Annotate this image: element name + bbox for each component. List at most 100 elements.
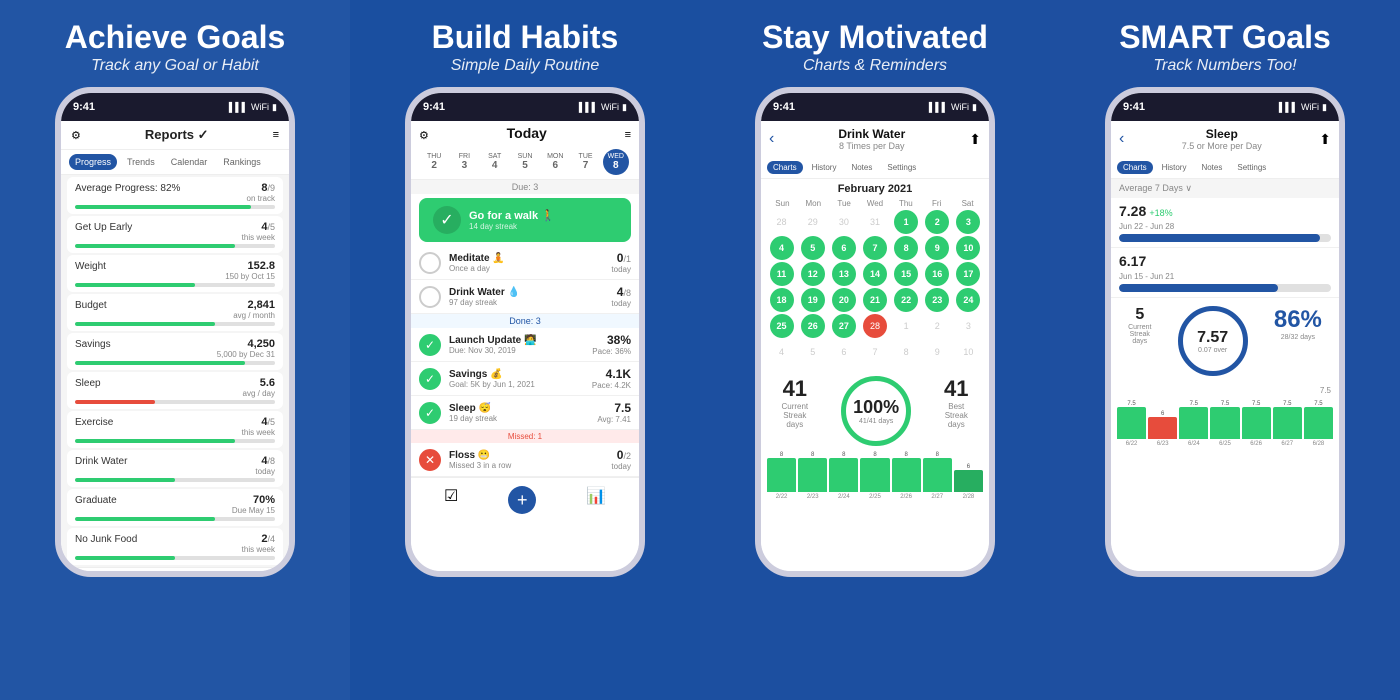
tab-trends[interactable]: Trends — [121, 154, 161, 170]
drinkwater-value-sub: today — [611, 299, 631, 308]
smart-bar-2: 6.17 Jun 15 - Jun 21 — [1111, 248, 1339, 298]
goal-budget-name: Budget — [75, 300, 107, 311]
goal-getup-name: Get Up Early — [75, 222, 132, 233]
smart-tab-history[interactable]: History — [1156, 161, 1193, 174]
panel3-heading: Stay Motivated — [762, 20, 988, 55]
goal-budget-value: 2,841 — [247, 299, 275, 311]
habit-launch: ✓ Launch Update 🧑‍💻 Due: Nov 30, 2019 38… — [411, 328, 639, 362]
goal-sleep-name: Sleep — [75, 378, 101, 389]
habit-savings: ✓ Savings 💰 Goal: 5K by Jun 1, 2021 4.1K… — [411, 362, 639, 396]
reports-header: ⚙ Reports ✓ ≡ — [61, 121, 289, 150]
panel4-header: SMART Goals Track Numbers Too! — [1119, 20, 1331, 75]
savings-name: Savings 💰 — [449, 369, 592, 380]
launch-value: 38% — [592, 333, 631, 347]
avg-header: Average 7 Days ∨ — [1111, 179, 1339, 198]
floss-name: Floss 😬 — [449, 450, 611, 461]
menu-icon[interactable]: ≡ — [273, 129, 279, 141]
back-icon[interactable]: ‹ — [769, 130, 774, 148]
add-habit-button[interactable]: + — [508, 486, 536, 514]
cal-day: 7 — [863, 236, 887, 260]
avg-label[interactable]: Average 7 Days ∨ — [1119, 183, 1192, 194]
smart-tab-settings[interactable]: Settings — [1231, 161, 1272, 174]
day-fri[interactable]: FRI3 — [451, 149, 477, 175]
cal-day: 1 — [894, 314, 918, 338]
signal-icon: ▌▌▌ — [229, 102, 248, 112]
progress-bar-chart: 8 2/22 8 2/23 8 2/24 8 2/25 — [761, 450, 989, 500]
missed-separator: Missed: 1 — [411, 430, 639, 443]
back-icon[interactable]: ‹ — [1119, 130, 1124, 148]
phone2-status-icons: ▌▌▌ WiFi ▮ — [579, 102, 627, 113]
panel4-subheading: Track Numbers Too! — [1119, 57, 1331, 75]
due-count: Due: 3 — [411, 180, 639, 194]
settings-icon[interactable]: ⚙ — [71, 129, 81, 142]
phone-1: 9:41 ▌▌▌ WiFi ▮ ⚙ Reports ✓ ≡ Progress T… — [55, 87, 295, 577]
day-wed-today[interactable]: WED8 — [603, 149, 629, 175]
chart-icon[interactable]: 📊 — [586, 486, 606, 514]
drinkwater-check[interactable] — [419, 286, 441, 308]
goal-sleep-sub: avg / day — [243, 389, 275, 398]
tab-rankings[interactable]: Rankings — [217, 154, 267, 170]
drinkwater-value: 4/8 — [611, 285, 631, 299]
checklist-icon[interactable]: ☑ — [444, 486, 458, 514]
cal-day: 20 — [832, 288, 856, 312]
cal-day: 6 — [832, 340, 856, 364]
goal-exercise-name: Exercise — [75, 417, 113, 428]
cal-day: 16 — [925, 262, 949, 286]
goal-graduate-sub: Due May 15 — [232, 506, 275, 515]
bar-col: 8 2/27 — [923, 452, 952, 500]
drinkwater-sub: 97 day streak — [449, 298, 611, 307]
cal-day: 3 — [956, 314, 980, 338]
day-tue[interactable]: TUE7 — [573, 149, 599, 175]
savings-value: 4.1K — [592, 367, 631, 381]
meditate-check[interactable] — [419, 252, 441, 274]
tab-progress[interactable]: Progress — [69, 154, 117, 170]
cal-tab-history[interactable]: History — [806, 161, 843, 174]
smart-tab-notes[interactable]: Notes — [1195, 161, 1228, 174]
reports-title: Reports ✓ — [145, 127, 209, 143]
goal-savings: Savings 4,250 5,000 by Dec 31 — [67, 333, 283, 370]
battery-icon: ▮ — [272, 102, 277, 113]
savings-check: ✓ — [419, 368, 441, 390]
launch-check: ✓ — [419, 334, 441, 356]
day-sat[interactable]: SAT4 — [482, 149, 508, 175]
smart-bar-chart: 7.5 6/22 6 6/23 7.5 6/24 7.5 6/2 — [1111, 397, 1339, 447]
menu-icon[interactable]: ≡ — [625, 129, 631, 141]
screen-reports: ⚙ Reports ✓ ≡ Progress Trends Calendar R… — [61, 121, 289, 571]
panel1-header: Achieve Goals Track any Goal or Habit — [65, 20, 286, 75]
cal-tab-notes[interactable]: Notes — [845, 161, 878, 174]
day-mon[interactable]: MON6 — [542, 149, 568, 175]
smart-success-stat: 86% 28/32 days — [1274, 306, 1322, 376]
bar-col: 8 2/23 — [798, 452, 827, 500]
reports-tabs: Progress Trends Calendar Rankings — [61, 150, 289, 175]
panel-smart-goals: SMART Goals Track Numbers Too! 9:41 ▌▌▌ … — [1050, 0, 1400, 700]
goal-avg-sub: on track — [247, 194, 275, 203]
goal-exercise: Exercise 4/5 this week — [67, 411, 283, 448]
screen2-footer: ☑ + 📊 — [411, 477, 639, 522]
best-streak-label: BestStreakdays — [944, 402, 968, 429]
launch-sub: Due: Nov 30, 2019 — [449, 346, 592, 355]
target-line-label: 7.5 — [1111, 384, 1339, 397]
cal-tab-settings[interactable]: Settings — [881, 161, 922, 174]
smart-success-num: 86% — [1274, 306, 1322, 334]
cal-day: 12 — [801, 262, 825, 286]
featured-habit[interactable]: ✓ Go for a walk 🚶 14 day streak — [419, 198, 631, 242]
signal-icon: ▌▌▌ — [1279, 102, 1298, 112]
day-sun[interactable]: SUN5 — [512, 149, 538, 175]
smart-tab-charts[interactable]: Charts — [1117, 161, 1153, 174]
day-thu[interactable]: THU2 — [421, 149, 447, 175]
cal-day: 7 — [863, 340, 887, 364]
cal-tab-charts[interactable]: Charts — [767, 161, 803, 174]
wifi-icon: WiFi — [1301, 102, 1319, 112]
share-icon[interactable]: ⬆ — [1319, 131, 1331, 148]
settings-icon[interactable]: ⚙ — [419, 129, 429, 142]
cal-day: 17 — [956, 262, 980, 286]
panel2-header: Build Habits Simple Daily Routine — [432, 20, 619, 75]
cal-day: 6 — [832, 236, 856, 260]
launch-name: Launch Update 🧑‍💻 — [449, 335, 592, 346]
goal-budget-sub: avg / month — [233, 311, 275, 320]
tab-calendar[interactable]: Calendar — [165, 154, 214, 170]
share-icon[interactable]: ⬆ — [969, 131, 981, 148]
meditate-sub: Once a day — [449, 264, 611, 273]
habits-list: Meditate 🧘 Once a day 0/1 today Drink Wa… — [411, 246, 639, 477]
goal-drinkwater-sub: today — [255, 467, 275, 476]
